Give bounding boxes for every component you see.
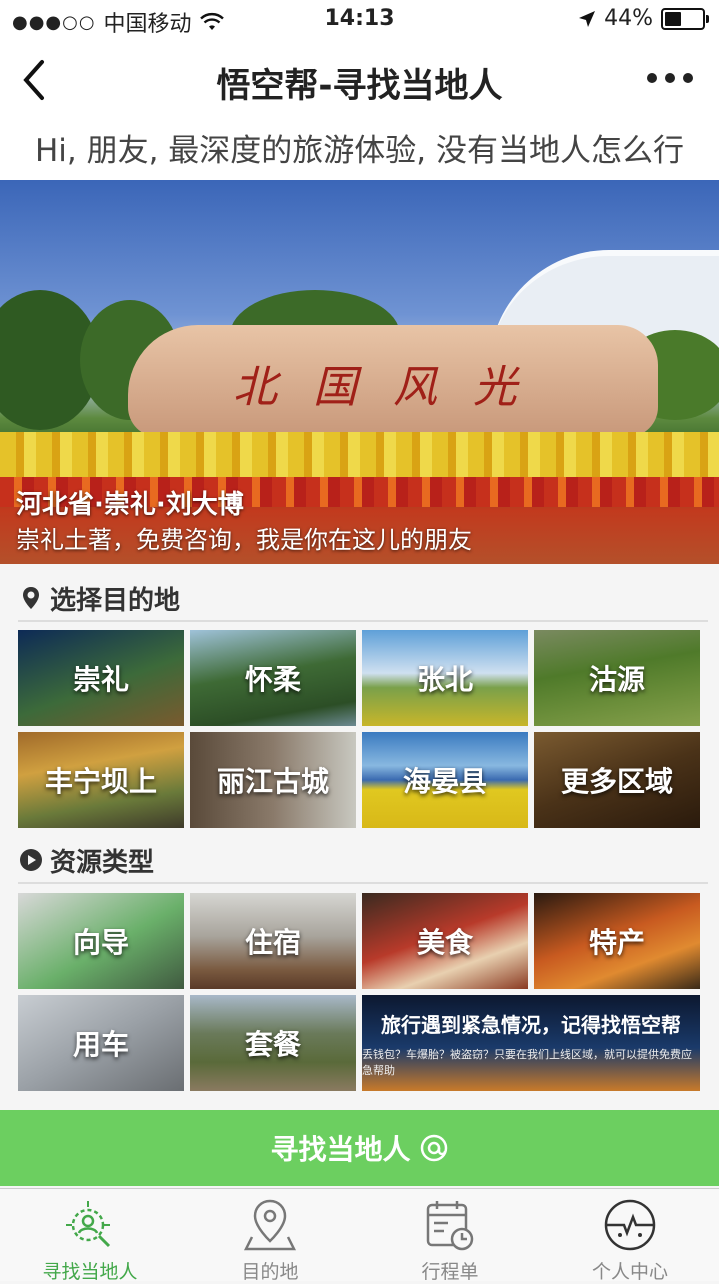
destination-tile[interactable]: 丰宁坝上 [18, 732, 184, 828]
tile-label: 向导 [72, 926, 129, 959]
tab-find-local[interactable]: 寻找当地人 [0, 1197, 180, 1283]
tile-label: 更多区域 [560, 765, 673, 798]
hero-banner[interactable]: 北国风光 河北省·崇礼·刘大博 崇礼土著，免费咨询，我是你在这儿的朋友 [0, 180, 719, 564]
tile-label: 特产 [588, 926, 645, 959]
more-dot-icon [665, 73, 675, 83]
tile-label: 怀柔 [244, 663, 301, 696]
location-pin-icon [23, 587, 39, 609]
tile-label: 张北 [416, 663, 473, 696]
hero-subtitle: 崇礼土著，免费咨询，我是你在这儿的朋友 [16, 526, 472, 554]
location-arrow-icon [579, 10, 596, 27]
tile-label: 用车 [72, 1028, 129, 1061]
tagline: Hi, 朋友, 最深度的旅游体验, 没有当地人怎么行 [0, 120, 719, 180]
battery-fill [665, 11, 681, 26]
tile-label: 沽源 [588, 663, 645, 696]
tab-bar: 寻找当地人 目的地 行程单 个人中心 [0, 1188, 719, 1283]
tile-label: 套餐 [244, 1028, 301, 1061]
stone-monument: 北国风光 [128, 325, 658, 437]
resource-tile[interactable]: 套餐 [190, 995, 356, 1091]
resource-tile[interactable]: 特产 [534, 893, 700, 989]
banner-headline: 旅行遇到紧急情况，记得找悟空帮 [381, 1012, 681, 1037]
destination-tile[interactable]: 沽源 [534, 630, 700, 726]
tile-label: 住宿 [244, 926, 301, 959]
destinations-heading: 选择目的地 [18, 576, 708, 622]
tile-label: 美食 [416, 926, 473, 959]
resource-tile[interactable]: 美食 [362, 893, 528, 989]
destination-tile[interactable]: 丽江古城 [190, 732, 356, 828]
nav-bar: 悟空帮-寻找当地人 [0, 40, 719, 120]
resources-heading: 资源类型 [18, 838, 708, 884]
resources-heading-label: 资源类型 [50, 847, 155, 878]
tab-itinerary[interactable]: 行程单 [360, 1197, 540, 1283]
destination-tile[interactable]: 崇礼 [18, 630, 184, 726]
find-person-icon [66, 1201, 111, 1248]
tile-label: 崇礼 [72, 663, 129, 696]
tile-label: 丽江古城 [216, 765, 329, 798]
more-menu-button[interactable] [647, 68, 697, 88]
destinations-heading-label: 选择目的地 [50, 585, 181, 616]
find-local-label: 寻找当地人 [270, 1133, 411, 1166]
resource-tile[interactable]: 向导 [18, 893, 184, 989]
at-search-icon [420, 1134, 447, 1162]
map-pin-icon [243, 1199, 297, 1251]
tile-label: 海晏县 [402, 765, 487, 798]
more-dot-icon [647, 73, 657, 83]
find-local-button[interactable]: 寻找当地人 [0, 1110, 719, 1186]
page-title: 悟空帮-寻找当地人 [216, 66, 503, 106]
flower-bed-yellow [0, 432, 719, 477]
battery-percent: 44% [604, 6, 653, 31]
destination-tile[interactable]: 怀柔 [190, 630, 356, 726]
status-bar: ●●●○○ 中国移动 14:13 44% [0, 0, 719, 40]
calendar-clock-icon [426, 1201, 474, 1251]
status-right: 44% [578, 6, 709, 31]
destination-tile[interactable]: 更多区域 [534, 732, 700, 828]
more-dot-icon [683, 73, 693, 83]
tile-label: 丰宁坝上 [44, 765, 157, 798]
destination-tile[interactable]: 张北 [362, 630, 528, 726]
play-circle-icon [20, 849, 42, 871]
emergency-help-banner[interactable]: 旅行遇到紧急情况，记得找悟空帮丢钱包？车爆胎？被盗窃？只要在我们上线区域，就可以… [362, 995, 700, 1091]
banner-subline: 丢钱包？车爆胎？被盗窃？只要在我们上线区域，就可以提供免费应急帮助 [362, 1047, 692, 1077]
tab-destinations[interactable]: 目的地 [180, 1197, 360, 1283]
stone-inscription: 北国风光 [233, 362, 553, 413]
resource-tile[interactable]: 用车 [18, 995, 184, 1091]
hero-title: 河北省·崇礼·刘大博 [16, 490, 244, 520]
resource-tile[interactable]: 住宿 [190, 893, 356, 989]
profile-face-icon [604, 1199, 656, 1251]
battery-icon [661, 7, 709, 30]
tab-profile[interactable]: 个人中心 [540, 1197, 719, 1283]
destination-tile[interactable]: 海晏县 [362, 732, 528, 828]
